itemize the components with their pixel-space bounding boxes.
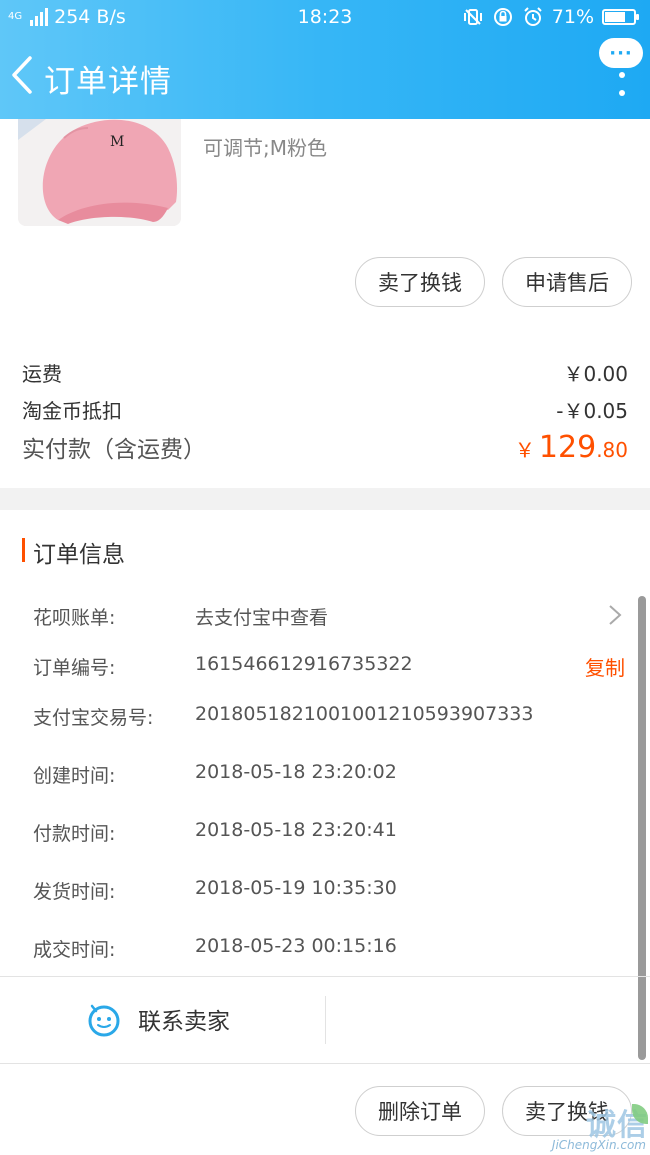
coin-value: -￥0.05 <box>556 399 628 423</box>
paid-label: 实付款（含运费） <box>22 437 206 463</box>
created-value: 2018-05-18 23:20:02 <box>195 761 397 783</box>
coin-label: 淘金币抵扣 <box>22 399 122 423</box>
paid-time-value: 2018-05-18 23:20:41 <box>195 819 397 841</box>
back-button[interactable] <box>10 50 40 100</box>
completed-label: 成交时间: <box>33 939 116 961</box>
section-accent-bar <box>22 538 25 562</box>
paid-amount: ￥ 129 .80 <box>515 430 628 465</box>
paid-row: 实付款（含运费） ￥ 129 .80 <box>22 430 628 465</box>
order-no-label: 订单编号: <box>33 657 116 679</box>
created-label: 创建时间: <box>33 765 116 787</box>
product-sku: 可调节;M粉色 <box>203 136 327 160</box>
vertical-divider <box>325 996 326 1044</box>
divider <box>0 1063 650 1064</box>
divider <box>0 976 650 977</box>
shipping-label: 运费 <box>22 362 62 386</box>
battery-percent: 71% <box>551 6 594 28</box>
shipping-value: ￥0.00 <box>563 362 628 386</box>
product-image[interactable]: M <box>18 110 181 226</box>
paid-int: 129 <box>538 430 597 465</box>
more-bubble: ··· <box>599 38 643 68</box>
page-title: 订单详情 <box>44 64 172 100</box>
alarm-icon <box>524 7 542 26</box>
huabei-link[interactable]: 去支付宝中查看 <box>195 603 328 630</box>
contact-seller-label: 联系卖家 <box>138 1009 230 1035</box>
watermark-sub: JiChengXin.com <box>551 1138 646 1152</box>
order-info-title: 订单信息 <box>33 542 125 568</box>
contact-seller-button[interactable]: 联系卖家 <box>86 1000 230 1038</box>
more-button[interactable]: ··· <box>599 36 643 96</box>
rotation-lock-icon <box>493 8 512 26</box>
app-header: 4G 254 B/s 18:23 71% 订单详情 ··· <box>0 0 650 119</box>
leaf-icon <box>632 1104 648 1124</box>
copy-button[interactable]: 复制 <box>585 652 625 681</box>
section-gap <box>0 488 650 510</box>
chevron-left-icon <box>12 56 32 94</box>
huabei-label: 花呗账单: <box>33 607 116 629</box>
cap-logo-text: M <box>110 134 124 150</box>
chat-face-icon <box>88 1004 120 1037</box>
battery-icon <box>602 9 639 25</box>
after-sale-button[interactable]: 申请售后 <box>502 257 632 307</box>
scrollbar[interactable] <box>638 596 646 1060</box>
sell-exchange-bottom-button[interactable]: 卖了换钱 <box>502 1086 632 1136</box>
coin-row: 淘金币抵扣 -￥0.05 <box>22 395 628 424</box>
completed-value: 2018-05-23 00:15:16 <box>195 935 397 957</box>
alipay-no-value: 2018051821001001210593907333 <box>195 703 534 725</box>
more-dots-icon <box>619 72 625 96</box>
status-bar: 4G 254 B/s 18:23 71% <box>0 0 650 34</box>
paid-dec: .80 <box>596 438 628 462</box>
order-no-value: 161546612916735322 <box>195 653 413 675</box>
nav-bar: 订单详情 ··· <box>0 34 650 119</box>
alipay-no-label: 支付宝交易号: <box>33 707 154 729</box>
sell-exchange-button[interactable]: 卖了换钱 <box>355 257 485 307</box>
chevron-right-icon[interactable] <box>607 603 623 627</box>
vibrate-icon <box>463 9 482 25</box>
paid-time-label: 付款时间: <box>33 823 116 845</box>
delete-order-button[interactable]: 删除订单 <box>355 1086 485 1136</box>
paid-symbol: ￥ <box>514 438 535 462</box>
shipped-value: 2018-05-19 10:35:30 <box>195 877 397 899</box>
shipping-row: 运费 ￥0.00 <box>22 358 628 387</box>
shipped-label: 发货时间: <box>33 881 116 903</box>
